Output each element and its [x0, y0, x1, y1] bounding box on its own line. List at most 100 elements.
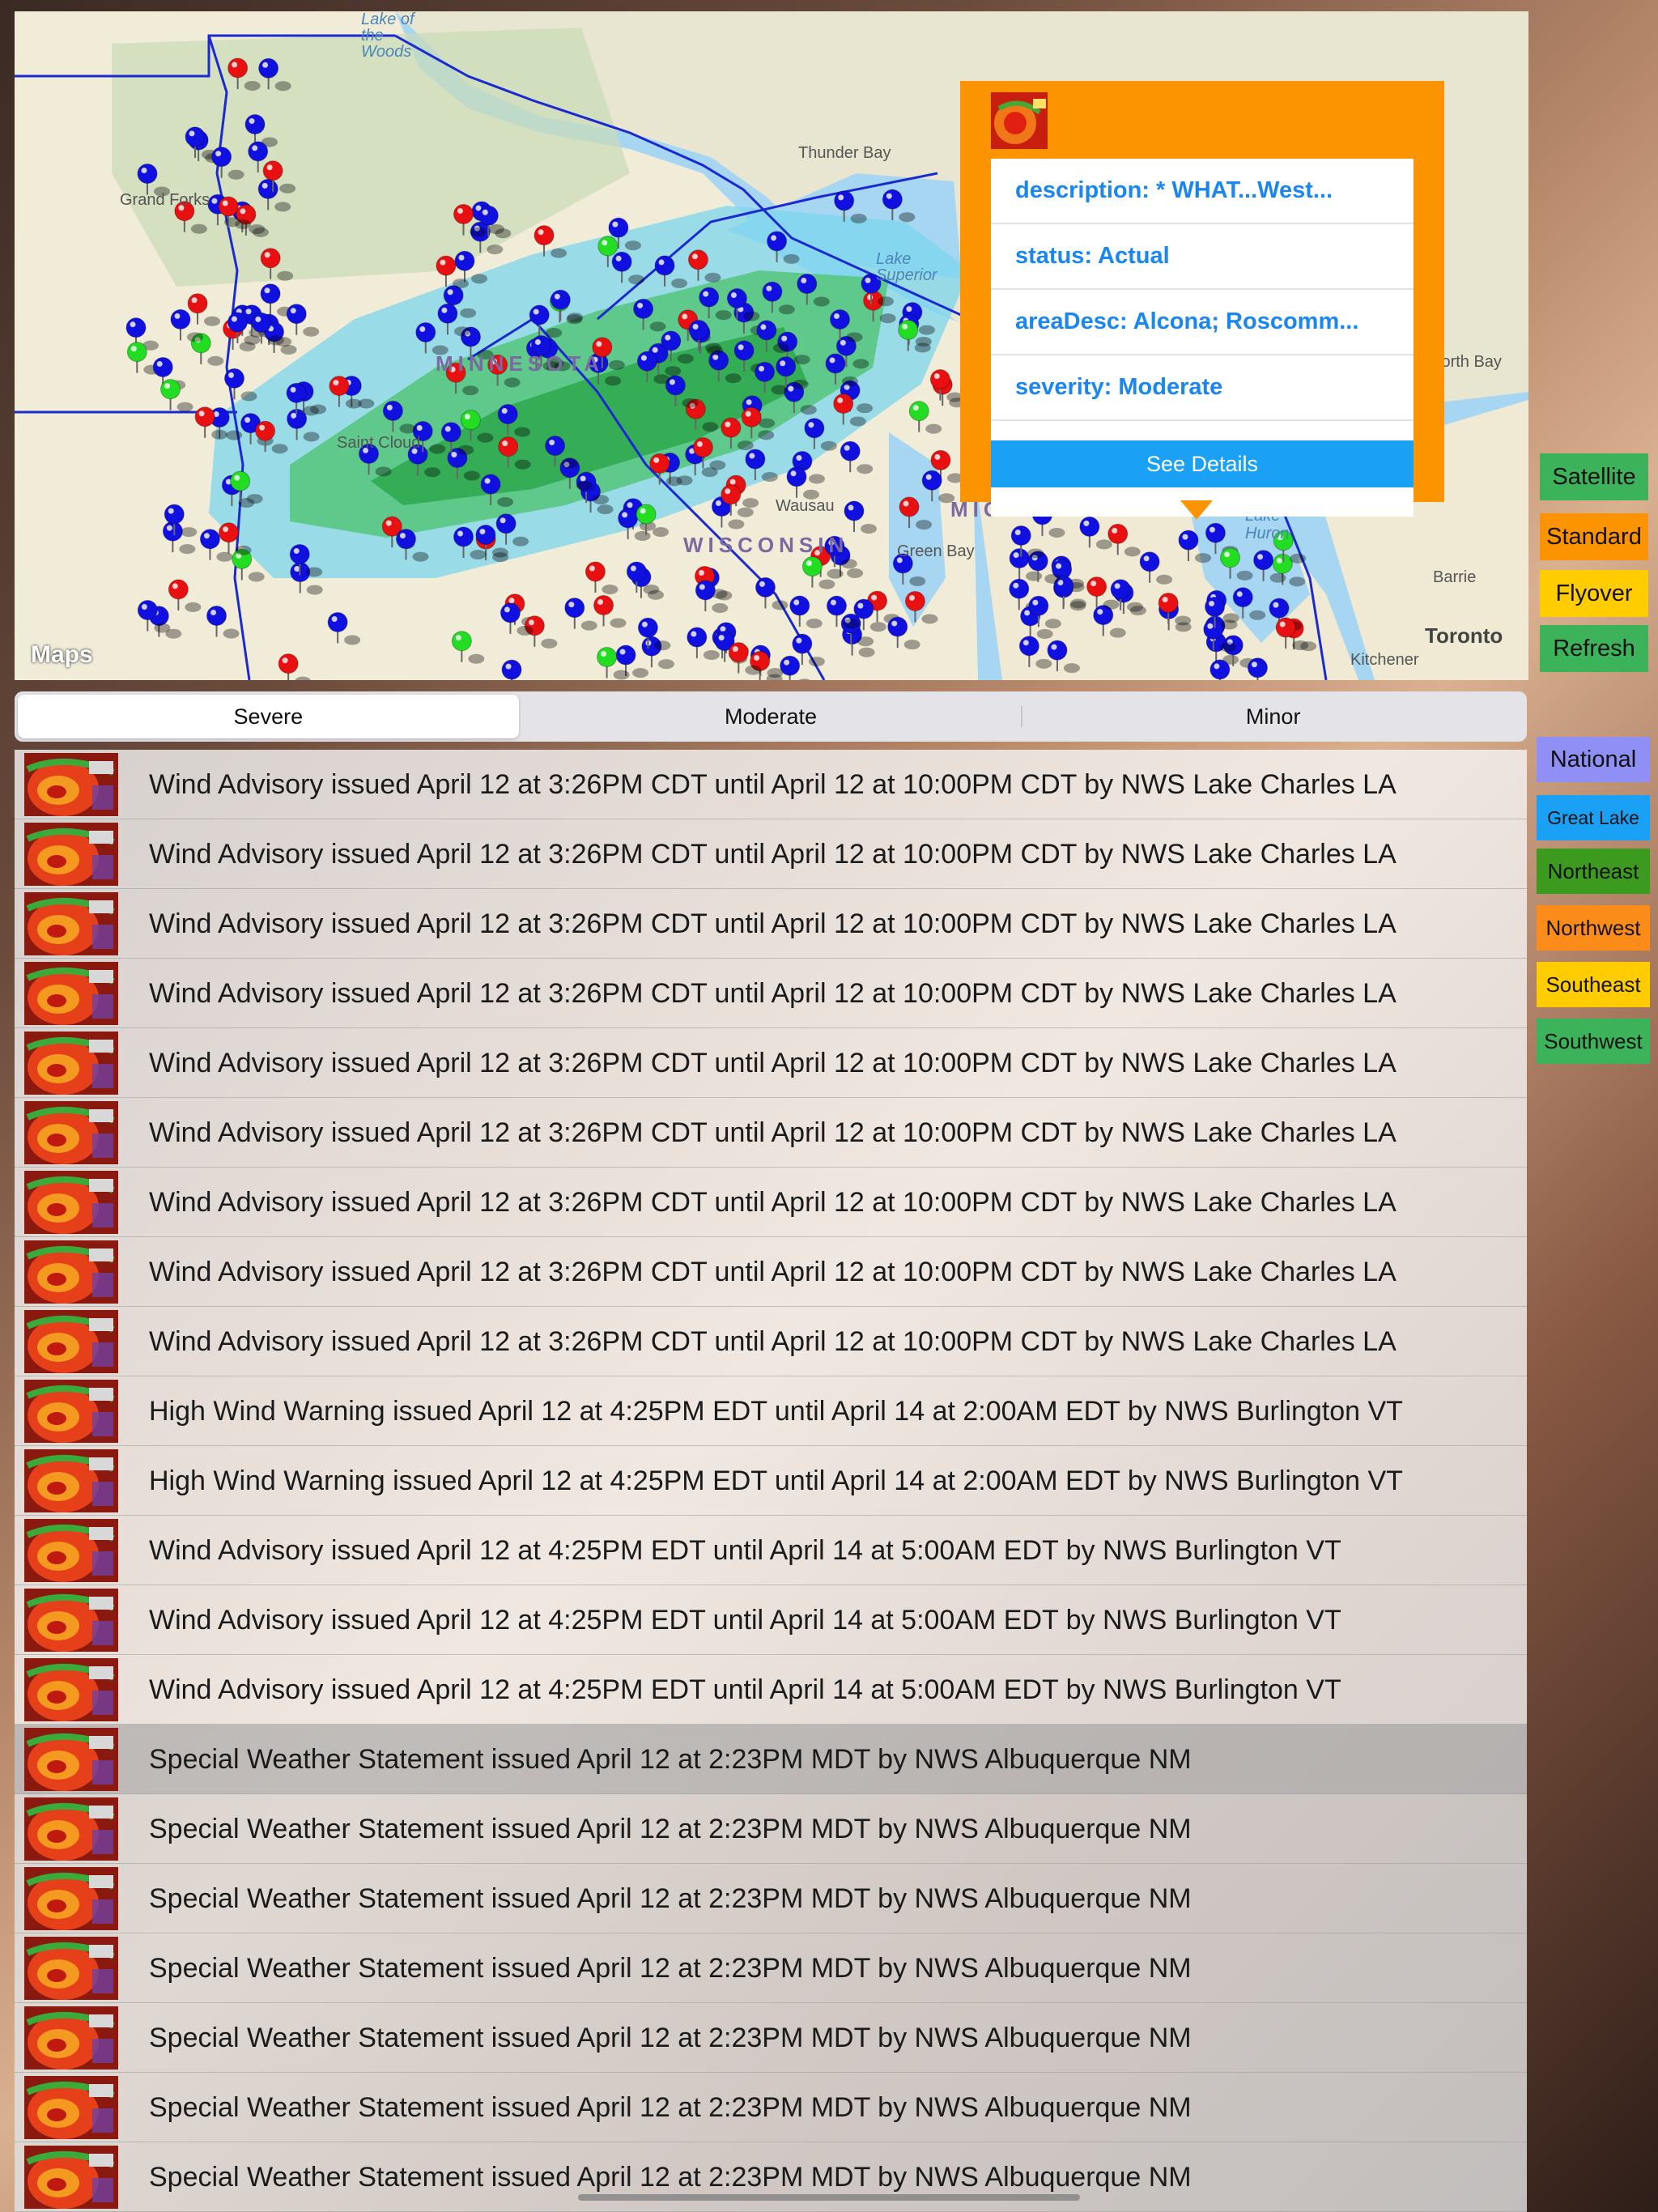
map-pin[interactable] — [545, 436, 566, 457]
map-pin[interactable] — [585, 561, 606, 582]
map-pin[interactable] — [797, 274, 818, 295]
map-pin[interactable] — [286, 382, 307, 403]
map-pin[interactable] — [597, 646, 618, 667]
map-pin[interactable] — [804, 418, 825, 439]
map-pin[interactable] — [497, 403, 518, 424]
map-pin[interactable] — [187, 293, 208, 314]
map-pin[interactable] — [904, 590, 925, 611]
map-pin[interactable] — [262, 160, 283, 181]
map-pin[interactable] — [219, 522, 240, 543]
map-pin[interactable] — [286, 304, 307, 325]
map-pin[interactable] — [255, 420, 276, 441]
map-pin[interactable] — [289, 543, 310, 564]
map-pin[interactable] — [882, 189, 903, 210]
map-pin[interactable] — [887, 616, 908, 637]
map-pin[interactable] — [1178, 530, 1199, 551]
map-pin[interactable] — [688, 320, 709, 341]
map-pin[interactable] — [1205, 522, 1226, 543]
map-pin[interactable] — [475, 525, 496, 546]
map-pin[interactable] — [1209, 659, 1231, 680]
map-pin[interactable] — [687, 249, 708, 270]
map-pin[interactable] — [1253, 550, 1274, 571]
map-pin[interactable] — [608, 217, 629, 238]
map-pin[interactable] — [649, 453, 670, 474]
map-pin[interactable] — [755, 576, 776, 598]
map-pin[interactable] — [726, 288, 747, 309]
alert-row[interactable]: Special Weather Statement issued April 1… — [15, 1864, 1527, 1933]
alert-row[interactable]: Wind Advisory issued April 12 at 3:26PM … — [15, 1098, 1527, 1168]
alert-row[interactable]: Wind Advisory issued April 12 at 4:25PM … — [15, 1516, 1527, 1585]
map-pin[interactable] — [152, 356, 173, 377]
map-pin[interactable] — [443, 285, 464, 306]
map-pin[interactable] — [921, 470, 942, 491]
alert-row[interactable]: Wind Advisory issued April 12 at 4:25PM … — [15, 1655, 1527, 1725]
map-pin[interactable] — [185, 126, 206, 147]
map-pin[interactable] — [500, 602, 521, 623]
map-pin[interactable] — [126, 342, 147, 363]
alert-row[interactable]: Wind Advisory issued April 12 at 3:26PM … — [15, 750, 1527, 819]
map-pin[interactable] — [437, 303, 458, 324]
map-pin[interactable] — [258, 57, 279, 79]
map-pin[interactable] — [1018, 636, 1039, 657]
map-pin[interactable] — [789, 595, 810, 616]
map-pin[interactable] — [495, 513, 517, 534]
map-pin[interactable] — [478, 205, 499, 226]
alerts-table[interactable]: Wind Advisory issued April 12 at 3:26PM … — [15, 750, 1527, 2212]
see-details-button[interactable]: See Details — [991, 440, 1414, 487]
map-pin[interactable] — [501, 659, 522, 680]
map-pin[interactable] — [1028, 595, 1049, 616]
map-pin[interactable] — [218, 196, 239, 217]
map-pin[interactable] — [199, 529, 220, 550]
tab-severe[interactable]: Severe — [18, 695, 519, 738]
map-pin[interactable] — [194, 406, 215, 428]
map-pin[interactable] — [529, 304, 550, 325]
region-southwest-button[interactable]: Southwest — [1537, 1019, 1650, 1064]
flyover-button[interactable]: Flyover — [1540, 570, 1648, 617]
map-pin[interactable] — [792, 633, 813, 654]
map-pin[interactable] — [260, 283, 281, 304]
map-pin[interactable] — [801, 556, 823, 577]
map-pin[interactable] — [498, 436, 519, 457]
map-pin[interactable] — [786, 466, 807, 487]
map-pin[interactable] — [687, 627, 708, 648]
map-pin[interactable] — [329, 376, 350, 397]
map-pin[interactable] — [230, 470, 251, 491]
map-pin[interactable] — [453, 526, 474, 547]
map-pin[interactable] — [480, 474, 501, 495]
map-pin[interactable] — [260, 248, 281, 269]
map-pin[interactable] — [692, 436, 713, 457]
map-pin[interactable] — [899, 496, 920, 517]
weather-map[interactable]: Lake of the Woods Thunder Bay Grand Fork… — [15, 11, 1528, 680]
alert-row[interactable]: Wind Advisory issued April 12 at 3:26PM … — [15, 1237, 1527, 1307]
map-pin[interactable] — [454, 250, 475, 271]
map-pin[interactable] — [257, 178, 278, 199]
map-pin[interactable] — [755, 361, 776, 382]
map-pin[interactable] — [1139, 551, 1160, 572]
map-pin[interactable] — [1269, 598, 1290, 619]
map-pin[interactable] — [825, 353, 846, 374]
alert-row[interactable]: Wind Advisory issued April 12 at 3:26PM … — [15, 1307, 1527, 1376]
map-pin[interactable] — [611, 251, 632, 272]
map-pin[interactable] — [1009, 578, 1030, 599]
map-pin[interactable] — [278, 653, 299, 674]
map-pin[interactable] — [460, 410, 481, 431]
map-pin[interactable] — [695, 580, 716, 601]
refresh-button[interactable]: Refresh — [1540, 625, 1648, 672]
alert-row[interactable]: Wind Advisory issued April 12 at 3:26PM … — [15, 1028, 1527, 1098]
alert-row[interactable]: Special Weather Statement issued April 1… — [15, 2003, 1527, 2073]
map-pin[interactable] — [251, 312, 272, 333]
map-pin[interactable] — [1203, 619, 1224, 640]
map-pin[interactable] — [826, 595, 847, 616]
map-pin[interactable] — [636, 351, 657, 372]
map-pin[interactable] — [137, 600, 158, 621]
map-pin[interactable] — [597, 236, 619, 257]
satellite-button[interactable]: Satellite — [1540, 453, 1648, 500]
alert-row[interactable]: Special Weather Statement issued April 1… — [15, 2142, 1527, 2212]
map-pin[interactable] — [327, 611, 348, 632]
map-pin[interactable] — [633, 298, 654, 319]
map-pin[interactable] — [776, 356, 797, 377]
map-pin[interactable] — [745, 449, 766, 470]
tab-moderate[interactable]: Moderate — [521, 695, 1022, 738]
alert-row[interactable]: Wind Advisory issued April 12 at 4:25PM … — [15, 1585, 1527, 1655]
map-pin[interactable] — [728, 642, 749, 663]
